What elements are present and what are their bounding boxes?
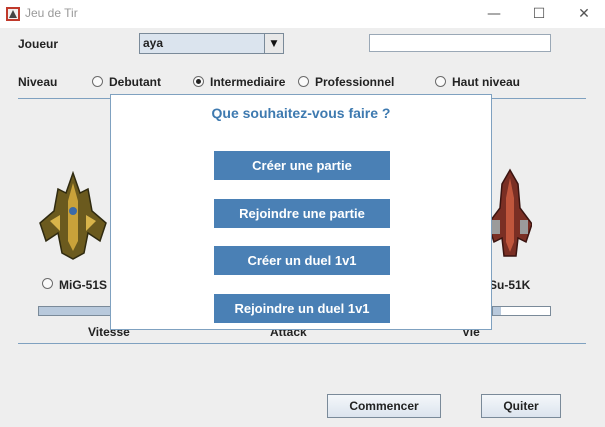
- start-button[interactable]: Commencer: [327, 394, 441, 418]
- close-button[interactable]: ✕: [561, 0, 605, 28]
- quit-button[interactable]: Quiter: [481, 394, 561, 418]
- ship-su-label: Su-51K: [489, 278, 531, 292]
- minimize-button[interactable]: —: [471, 0, 517, 28]
- player-label: Joueur: [18, 37, 59, 51]
- radio-haut-niveau-label: Haut niveau: [452, 75, 521, 89]
- life-bar-fill: [493, 307, 501, 315]
- title-bar: Jeu de Tir — ☐ ✕: [0, 0, 605, 28]
- dropdown-arrow-icon[interactable]: ▼: [264, 34, 283, 53]
- window-title: Jeu de Tir: [25, 6, 78, 20]
- radio-professionnel[interactable]: [298, 76, 309, 87]
- speed-bar: [38, 306, 116, 316]
- radio-haut-niveau[interactable]: [435, 76, 446, 87]
- bottom-separator: [18, 343, 586, 344]
- ship-mig-label: MiG-51S: [59, 278, 108, 292]
- radio-intermediaire[interactable]: [193, 76, 204, 87]
- join-game-button[interactable]: Rejoindre une partie: [214, 199, 390, 228]
- dialog-title: Que souhaitez-vous faire ?: [211, 105, 391, 121]
- life-bar: [492, 306, 551, 316]
- close-icon: ✕: [578, 6, 590, 22]
- create-duel-button[interactable]: Créer un duel 1v1: [214, 246, 390, 275]
- level-label: Niveau: [18, 75, 58, 89]
- minimize-icon: —: [487, 6, 501, 22]
- maximize-button[interactable]: ☐: [516, 0, 562, 28]
- radio-intermediaire-label: Intermediaire: [210, 75, 286, 89]
- action-dialog: Que souhaitez-vous faire ? Créer une par…: [110, 94, 492, 330]
- radio-ship-mig[interactable]: [42, 278, 53, 289]
- ship-mig-image: [39, 171, 107, 260]
- player-select-value: aya: [143, 36, 164, 50]
- radio-professionnel-label: Professionnel: [315, 75, 395, 89]
- radio-debutant-label: Debutant: [109, 75, 161, 89]
- app-icon: [6, 7, 20, 21]
- create-game-button[interactable]: Créer une partie: [214, 151, 390, 180]
- maximize-icon: ☐: [532, 6, 546, 22]
- radio-debutant[interactable]: [92, 76, 103, 87]
- join-duel-button[interactable]: Rejoindre un duel 1v1: [214, 294, 390, 323]
- name-input[interactable]: [369, 34, 551, 52]
- player-select[interactable]: aya ▼: [139, 33, 284, 54]
- ship-su-image: [487, 168, 532, 257]
- speed-bar-fill: [39, 307, 115, 315]
